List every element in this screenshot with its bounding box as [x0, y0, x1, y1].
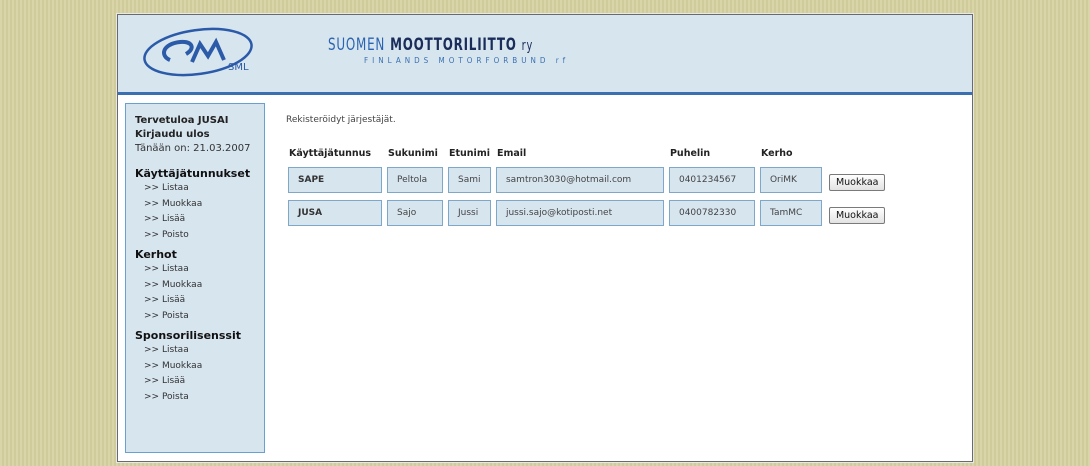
- cell-phone: 0400782330: [668, 200, 755, 226]
- section-kayttajatunnukset: Käyttäjätunnukset: [135, 167, 251, 180]
- cell-email: samtron3030@hotmail.com: [495, 167, 664, 193]
- brand-part2: MOOTTORILIITTO: [390, 35, 517, 55]
- edit-button[interactable]: Muokkaa: [828, 173, 886, 191]
- table-header-row: Käyttäjätunnus Sukunimi Etunimi Email Pu…: [288, 146, 886, 160]
- section-kerhot: Kerhot: [135, 248, 177, 261]
- cell-last: Sajo: [387, 200, 443, 226]
- col-header-club: Kerho: [760, 147, 793, 159]
- edit-button[interactable]: Muokkaa: [828, 206, 886, 224]
- cell-first: Sami: [448, 167, 491, 193]
- sml-logo-icon[interactable]: SML: [140, 26, 258, 78]
- table-row: JUSA Sajo Jussi jussi.sajo@kotiposti.net…: [288, 200, 886, 226]
- link-sponsori-listaa[interactable]: >> Listaa: [135, 343, 264, 359]
- brand-part1: SUOMEN: [328, 35, 386, 55]
- cell-user: SAPE: [288, 167, 382, 193]
- section-sponsorilisenssit: Sponsorilisenssit: [135, 329, 241, 342]
- link-sponsori-lisaa[interactable]: >> Lisää: [135, 374, 264, 390]
- col-header-first: Etunimi: [449, 147, 490, 159]
- cell-club: TamMC: [759, 200, 822, 226]
- link-kerhot-lisaa[interactable]: >> Lisää: [135, 293, 264, 309]
- link-kerhot-poista[interactable]: >> Poista: [135, 309, 264, 325]
- logout-link[interactable]: Kirjaudu ulos: [135, 128, 264, 142]
- link-kayttajatunnukset-lisaa[interactable]: >> Lisää: [135, 212, 264, 228]
- table-row: SAPE Peltola Sami samtron3030@hotmail.co…: [288, 167, 886, 193]
- brand-title: SUOMEN MOOTTORILIITTO ry FINLANDS MOTORF…: [328, 35, 591, 65]
- col-header-phone: Puhelin: [669, 147, 711, 159]
- col-header-action: [827, 146, 887, 160]
- col-header-last: Sukunimi: [388, 147, 438, 159]
- users-table: Käyttäjätunnus Sukunimi Etunimi Email Pu…: [283, 139, 891, 233]
- brand-part3: ry: [521, 38, 534, 54]
- link-kayttajatunnukset-listaa[interactable]: >> Listaa: [135, 181, 264, 197]
- page-frame: SML SUOMEN MOOTTORILIITTO ry FINLANDS MO…: [117, 14, 973, 462]
- welcome-text: Tervetuloa JUSAI: [135, 115, 229, 126]
- cell-club: OriMK: [759, 167, 822, 193]
- logo-text: SML: [228, 62, 249, 73]
- cell-phone: 0401234567: [668, 167, 755, 193]
- date-text: Tänään on: 21.03.2007: [135, 143, 251, 154]
- link-kerhot-listaa[interactable]: >> Listaa: [135, 262, 264, 278]
- link-sponsori-poista[interactable]: >> Poista: [135, 390, 264, 406]
- intro-text: Rekisteröidyt järjestäjät.: [286, 115, 396, 125]
- cell-user: JUSA: [288, 200, 382, 226]
- link-sponsori-muokkaa[interactable]: >> Muokkaa: [135, 359, 264, 375]
- col-header-email: Email: [496, 147, 527, 159]
- site-header: SML SUOMEN MOOTTORILIITTO ry FINLANDS MO…: [118, 15, 972, 95]
- link-kerhot-muokkaa[interactable]: >> Muokkaa: [135, 278, 264, 294]
- cell-last: Peltola: [387, 167, 443, 193]
- brand-subtitle: FINLANDS MOTORFORBUND rf: [364, 56, 570, 65]
- cell-first: Jussi: [448, 200, 491, 226]
- link-kayttajatunnukset-poisto[interactable]: >> Poisto: [135, 228, 264, 244]
- cell-email: jussi.sajo@kotiposti.net: [495, 200, 664, 226]
- link-kayttajatunnukset-muokkaa[interactable]: >> Muokkaa: [135, 197, 264, 213]
- sidebar: Tervetuloa JUSAI Kirjaudu ulos Tänään on…: [125, 103, 265, 453]
- col-header-user: Käyttäjätunnus: [289, 147, 372, 159]
